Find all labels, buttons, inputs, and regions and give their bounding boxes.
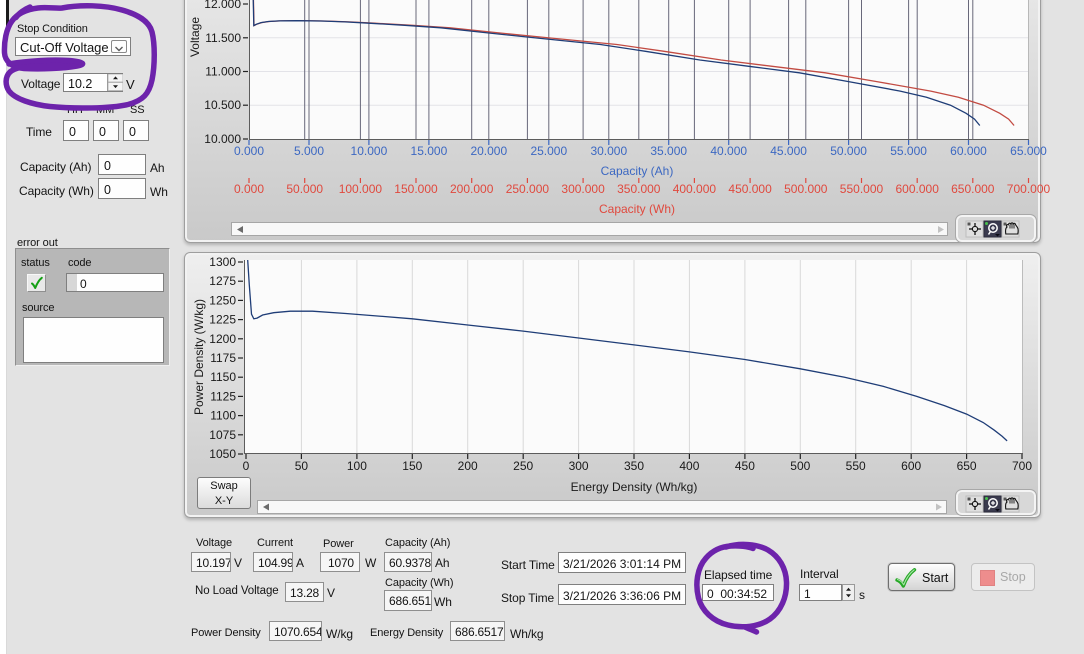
svg-text:Power Density (W/kg): Power Density (W/kg): [192, 299, 206, 415]
svg-text:300: 300: [569, 459, 589, 473]
svg-text:Capacity (Wh): Capacity (Wh): [599, 202, 675, 216]
svg-text:400.000: 400.000: [673, 182, 717, 196]
svg-text:30.000: 30.000: [590, 144, 627, 158]
svg-text:50.000: 50.000: [286, 182, 323, 196]
svg-text:650: 650: [957, 459, 977, 473]
svg-text:1250: 1250: [209, 293, 236, 307]
svg-text:0.000: 0.000: [234, 182, 264, 196]
svg-text:45.000: 45.000: [770, 144, 807, 158]
svg-text:600.000: 600.000: [896, 182, 940, 196]
svg-text:200: 200: [458, 459, 478, 473]
svg-text:20.000: 20.000: [470, 144, 507, 158]
svg-text:0: 0: [243, 459, 250, 473]
svg-text:1200: 1200: [209, 332, 236, 346]
svg-text:5.000: 5.000: [294, 144, 324, 158]
svg-text:100.000: 100.000: [339, 182, 383, 196]
svg-text:700.000: 700.000: [1007, 182, 1051, 196]
svg-text:15.000: 15.000: [411, 144, 448, 158]
svg-text:35.000: 35.000: [650, 144, 687, 158]
svg-text:400: 400: [679, 459, 699, 473]
svg-text:12.000: 12.000: [204, 0, 241, 11]
svg-text:250: 250: [513, 459, 533, 473]
svg-text:150.000: 150.000: [394, 182, 438, 196]
svg-text:1100: 1100: [210, 409, 236, 423]
svg-text:700: 700: [1012, 459, 1032, 473]
svg-text:1175: 1175: [210, 351, 236, 365]
svg-text:0.000: 0.000: [234, 144, 264, 158]
svg-text:1075: 1075: [209, 428, 236, 442]
svg-text:500.000: 500.000: [784, 182, 828, 196]
svg-text:Energy Density (Wh/kg): Energy Density (Wh/kg): [571, 480, 698, 494]
svg-text:1300: 1300: [209, 255, 236, 269]
svg-text:11.500: 11.500: [205, 31, 241, 45]
svg-text:100: 100: [347, 459, 367, 473]
svg-text:25.000: 25.000: [530, 144, 567, 158]
svg-text:Voltage: Voltage: [188, 17, 202, 57]
svg-text:350.000: 350.000: [617, 182, 661, 196]
svg-text:Capacity (Ah): Capacity (Ah): [601, 164, 674, 178]
svg-text:600: 600: [901, 459, 921, 473]
svg-text:500: 500: [790, 459, 810, 473]
svg-text:150: 150: [402, 459, 422, 473]
svg-text:1125: 1125: [210, 389, 236, 403]
svg-text:1150: 1150: [210, 370, 236, 384]
svg-text:50.000: 50.000: [830, 144, 867, 158]
svg-text:1050: 1050: [209, 447, 236, 461]
svg-text:60.000: 60.000: [950, 144, 987, 158]
svg-text:55.000: 55.000: [890, 144, 927, 158]
svg-text:450: 450: [735, 459, 755, 473]
svg-text:10.500: 10.500: [204, 98, 241, 112]
svg-text:450.000: 450.000: [728, 182, 772, 196]
svg-text:550.000: 550.000: [840, 182, 884, 196]
svg-text:50: 50: [295, 459, 309, 473]
svg-text:1275: 1275: [209, 274, 236, 288]
svg-text:300.000: 300.000: [561, 182, 605, 196]
svg-text:350: 350: [624, 459, 644, 473]
svg-text:550: 550: [846, 459, 866, 473]
svg-text:200.000: 200.000: [450, 182, 494, 196]
svg-text:650.000: 650.000: [951, 182, 995, 196]
svg-text:250.000: 250.000: [506, 182, 550, 196]
svg-text:11.000: 11.000: [205, 65, 241, 79]
svg-text:40.000: 40.000: [710, 144, 747, 158]
svg-text:1225: 1225: [209, 313, 236, 327]
svg-text:10.000: 10.000: [351, 144, 388, 158]
svg-text:65.000: 65.000: [1010, 144, 1047, 158]
